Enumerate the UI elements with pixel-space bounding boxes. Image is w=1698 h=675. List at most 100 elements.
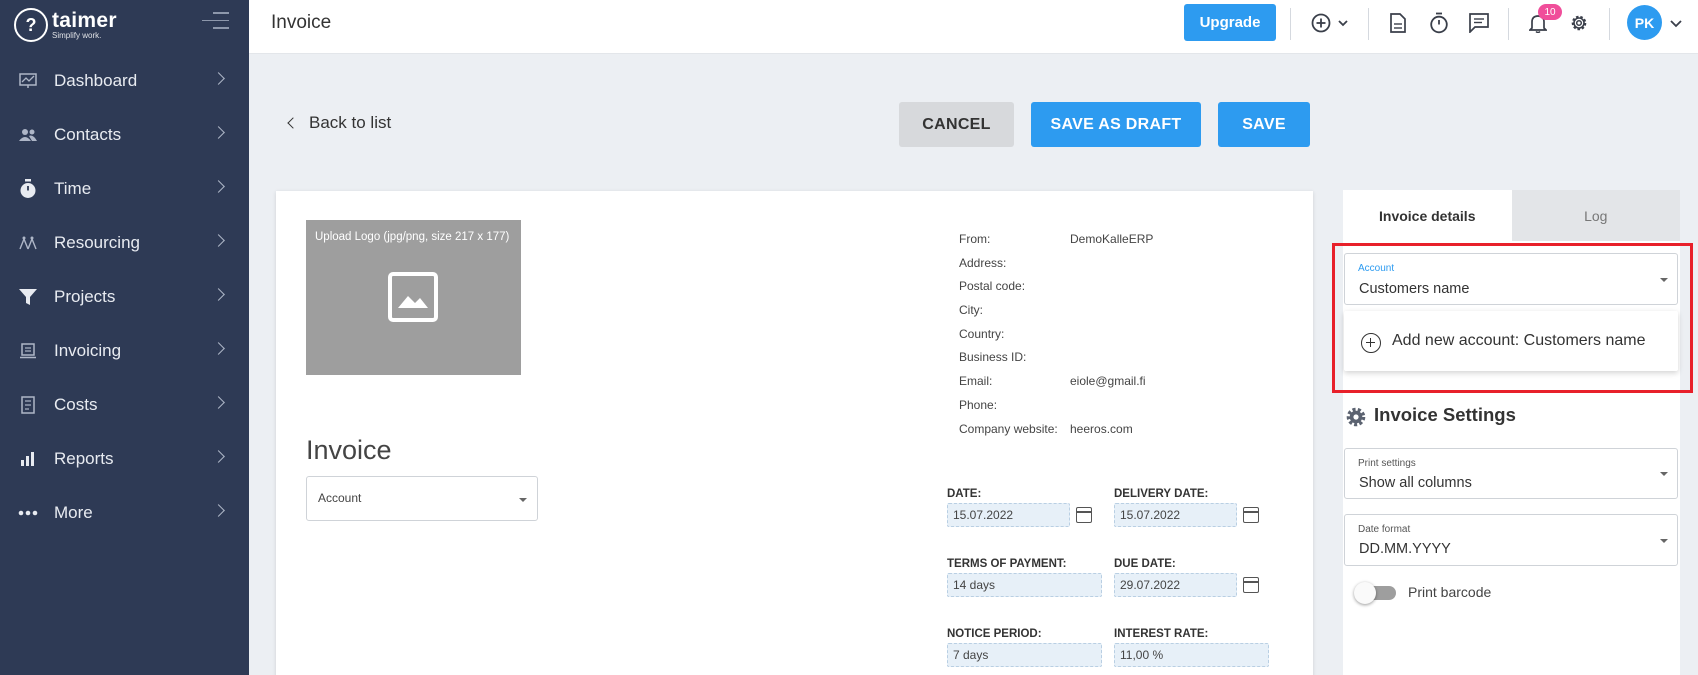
chevron-right-icon	[212, 72, 225, 85]
print-settings-value: Show all columns	[1359, 475, 1472, 491]
sender-label: Postal code:	[959, 279, 1026, 294]
upgrade-button[interactable]: Upgrade	[1184, 4, 1276, 41]
date-field[interactable]: 15.07.2022	[947, 503, 1070, 527]
tab-invoice-details[interactable]: Invoice details	[1343, 190, 1512, 241]
sidebar-item-label: More	[54, 503, 93, 522]
sidebar-item-reports[interactable]: Reports	[0, 432, 249, 486]
sidebar-item-label: Invoicing	[54, 341, 122, 360]
account-select[interactable]: Account	[306, 476, 538, 521]
chevron-right-icon	[212, 504, 225, 517]
add-new-menu[interactable]	[1309, 10, 1355, 36]
back-to-list-link[interactable]: Back to list	[287, 113, 392, 133]
due-date-field[interactable]: 29.07.2022	[1114, 573, 1237, 597]
divider	[1508, 8, 1509, 40]
sender-row: Country:	[959, 327, 1153, 351]
sidebar-item-label: Projects	[54, 287, 116, 306]
divider	[1290, 8, 1291, 40]
gear-icon[interactable]	[1568, 10, 1590, 36]
chevron-left-icon	[287, 117, 299, 129]
calendar-icon[interactable]	[1243, 507, 1259, 523]
sender-label: Email:	[959, 374, 993, 389]
save-button[interactable]: SAVE	[1218, 102, 1310, 147]
chevron-right-icon	[212, 126, 225, 139]
notice-period-label: NOTICE PERIOD:	[947, 628, 1042, 640]
dashboard-icon	[18, 71, 38, 91]
date-format-select[interactable]: Date format DD.MM.YYYY	[1344, 514, 1678, 566]
sidebar-item-resourcing[interactable]: Resourcing	[0, 216, 249, 270]
caret-down-icon	[1660, 472, 1668, 476]
image-placeholder-icon	[388, 272, 438, 322]
stopwatch-icon[interactable]	[1428, 10, 1450, 36]
due-date-label: DUE DATE:	[1114, 558, 1176, 570]
invoice-settings-title: Invoice Settings	[1374, 404, 1516, 425]
sidebar-item-contacts[interactable]: Contacts	[0, 108, 249, 162]
sender-value: DemoKalleERP	[1070, 232, 1154, 246]
sidebar-item-label: Reports	[54, 449, 114, 468]
invoice-document: Upload Logo (jpg/png, size 217 x 177) In…	[276, 191, 1313, 675]
sidebar-item-more[interactable]: More	[0, 486, 249, 540]
contacts-icon	[18, 125, 38, 145]
chevron-down-icon[interactable]	[1668, 10, 1684, 36]
sidebar-item-dashboard[interactable]: Dashboard	[0, 54, 249, 108]
logo-name: taimer	[52, 9, 117, 32]
stopwatch-icon	[18, 179, 38, 199]
terms-of-payment-label: TERMS OF PAYMENT:	[947, 558, 1067, 570]
sender-label: City:	[959, 303, 983, 318]
sidebar-item-costs[interactable]: Costs	[0, 378, 249, 432]
sender-row: Company website: heeros.com	[959, 422, 1153, 446]
caret-down-icon	[519, 498, 527, 502]
interest-rate-field[interactable]: 11,00 %	[1114, 643, 1269, 667]
date-label: DATE:	[947, 488, 982, 500]
divider	[1368, 8, 1369, 40]
back-to-list-label: Back to list	[309, 113, 392, 132]
sidebar-item-label: Resourcing	[54, 233, 140, 252]
more-dots-icon	[18, 503, 38, 523]
sidebar-item-label: Contacts	[54, 125, 122, 144]
bar-chart-icon	[18, 449, 38, 469]
save-as-draft-button[interactable]: SAVE AS DRAFT	[1031, 102, 1201, 147]
sender-row: Email: eiole@gmail.fi	[959, 374, 1153, 398]
print-barcode-label: Print barcode	[1408, 584, 1492, 600]
notice-period-field[interactable]: 7 days	[947, 643, 1102, 667]
document-icon[interactable]	[1388, 10, 1408, 36]
settings-gear-icon	[1346, 407, 1366, 427]
chat-icon[interactable]	[1468, 10, 1490, 36]
sidebar-item-time[interactable]: Time	[0, 162, 249, 216]
sender-label: Phone:	[959, 397, 998, 412]
right-panel-tabs: Invoice details Log	[1343, 190, 1680, 241]
sidebar-item-label: Costs	[54, 395, 98, 414]
invoice-title: Invoice	[306, 435, 392, 465]
resourcing-icon	[18, 233, 38, 253]
topbar: Invoice Upgrade 10 PK	[249, 0, 1698, 54]
sidebar-item-invoicing[interactable]: Invoicing	[0, 324, 249, 378]
delivery-date-field[interactable]: 15.07.2022	[1114, 503, 1237, 527]
sidebar-nav: Dashboard Contacts Time Resourcing Proje…	[0, 54, 249, 540]
sender-label: Business ID:	[959, 350, 1027, 365]
sender-label: Country:	[959, 326, 1005, 341]
avatar[interactable]: PK	[1627, 5, 1662, 40]
sender-label: Address:	[959, 255, 1007, 270]
chevron-right-icon	[212, 180, 225, 193]
tab-log[interactable]: Log	[1511, 190, 1680, 241]
upload-logo-area[interactable]: Upload Logo (jpg/png, size 217 x 177)	[306, 220, 521, 375]
chevron-right-icon	[212, 396, 225, 409]
calendar-icon[interactable]	[1243, 577, 1259, 593]
chevron-right-icon	[212, 342, 225, 355]
app-logo[interactable]: ? taimer Simplify work.	[14, 6, 117, 44]
page-title: Invoice	[271, 12, 332, 33]
divider	[1609, 8, 1610, 40]
notification-badge: 10	[1538, 4, 1562, 20]
receipt-icon	[18, 395, 38, 415]
terms-of-payment-field[interactable]: 14 days	[947, 573, 1102, 597]
print-barcode-toggle[interactable]	[1354, 582, 1396, 604]
funnel-icon	[18, 287, 38, 307]
toggle-knob	[1354, 582, 1376, 604]
sidebar-item-projects[interactable]: Projects	[0, 270, 249, 324]
menu-toggle-icon[interactable]	[202, 12, 229, 34]
calendar-icon[interactable]	[1076, 507, 1092, 523]
print-settings-select[interactable]: Print settings Show all columns	[1344, 448, 1678, 499]
chevron-right-icon	[212, 234, 225, 247]
sidebar-item-label: Time	[54, 179, 92, 198]
sender-row: City:	[959, 303, 1153, 327]
cancel-button[interactable]: CANCEL	[899, 102, 1014, 147]
